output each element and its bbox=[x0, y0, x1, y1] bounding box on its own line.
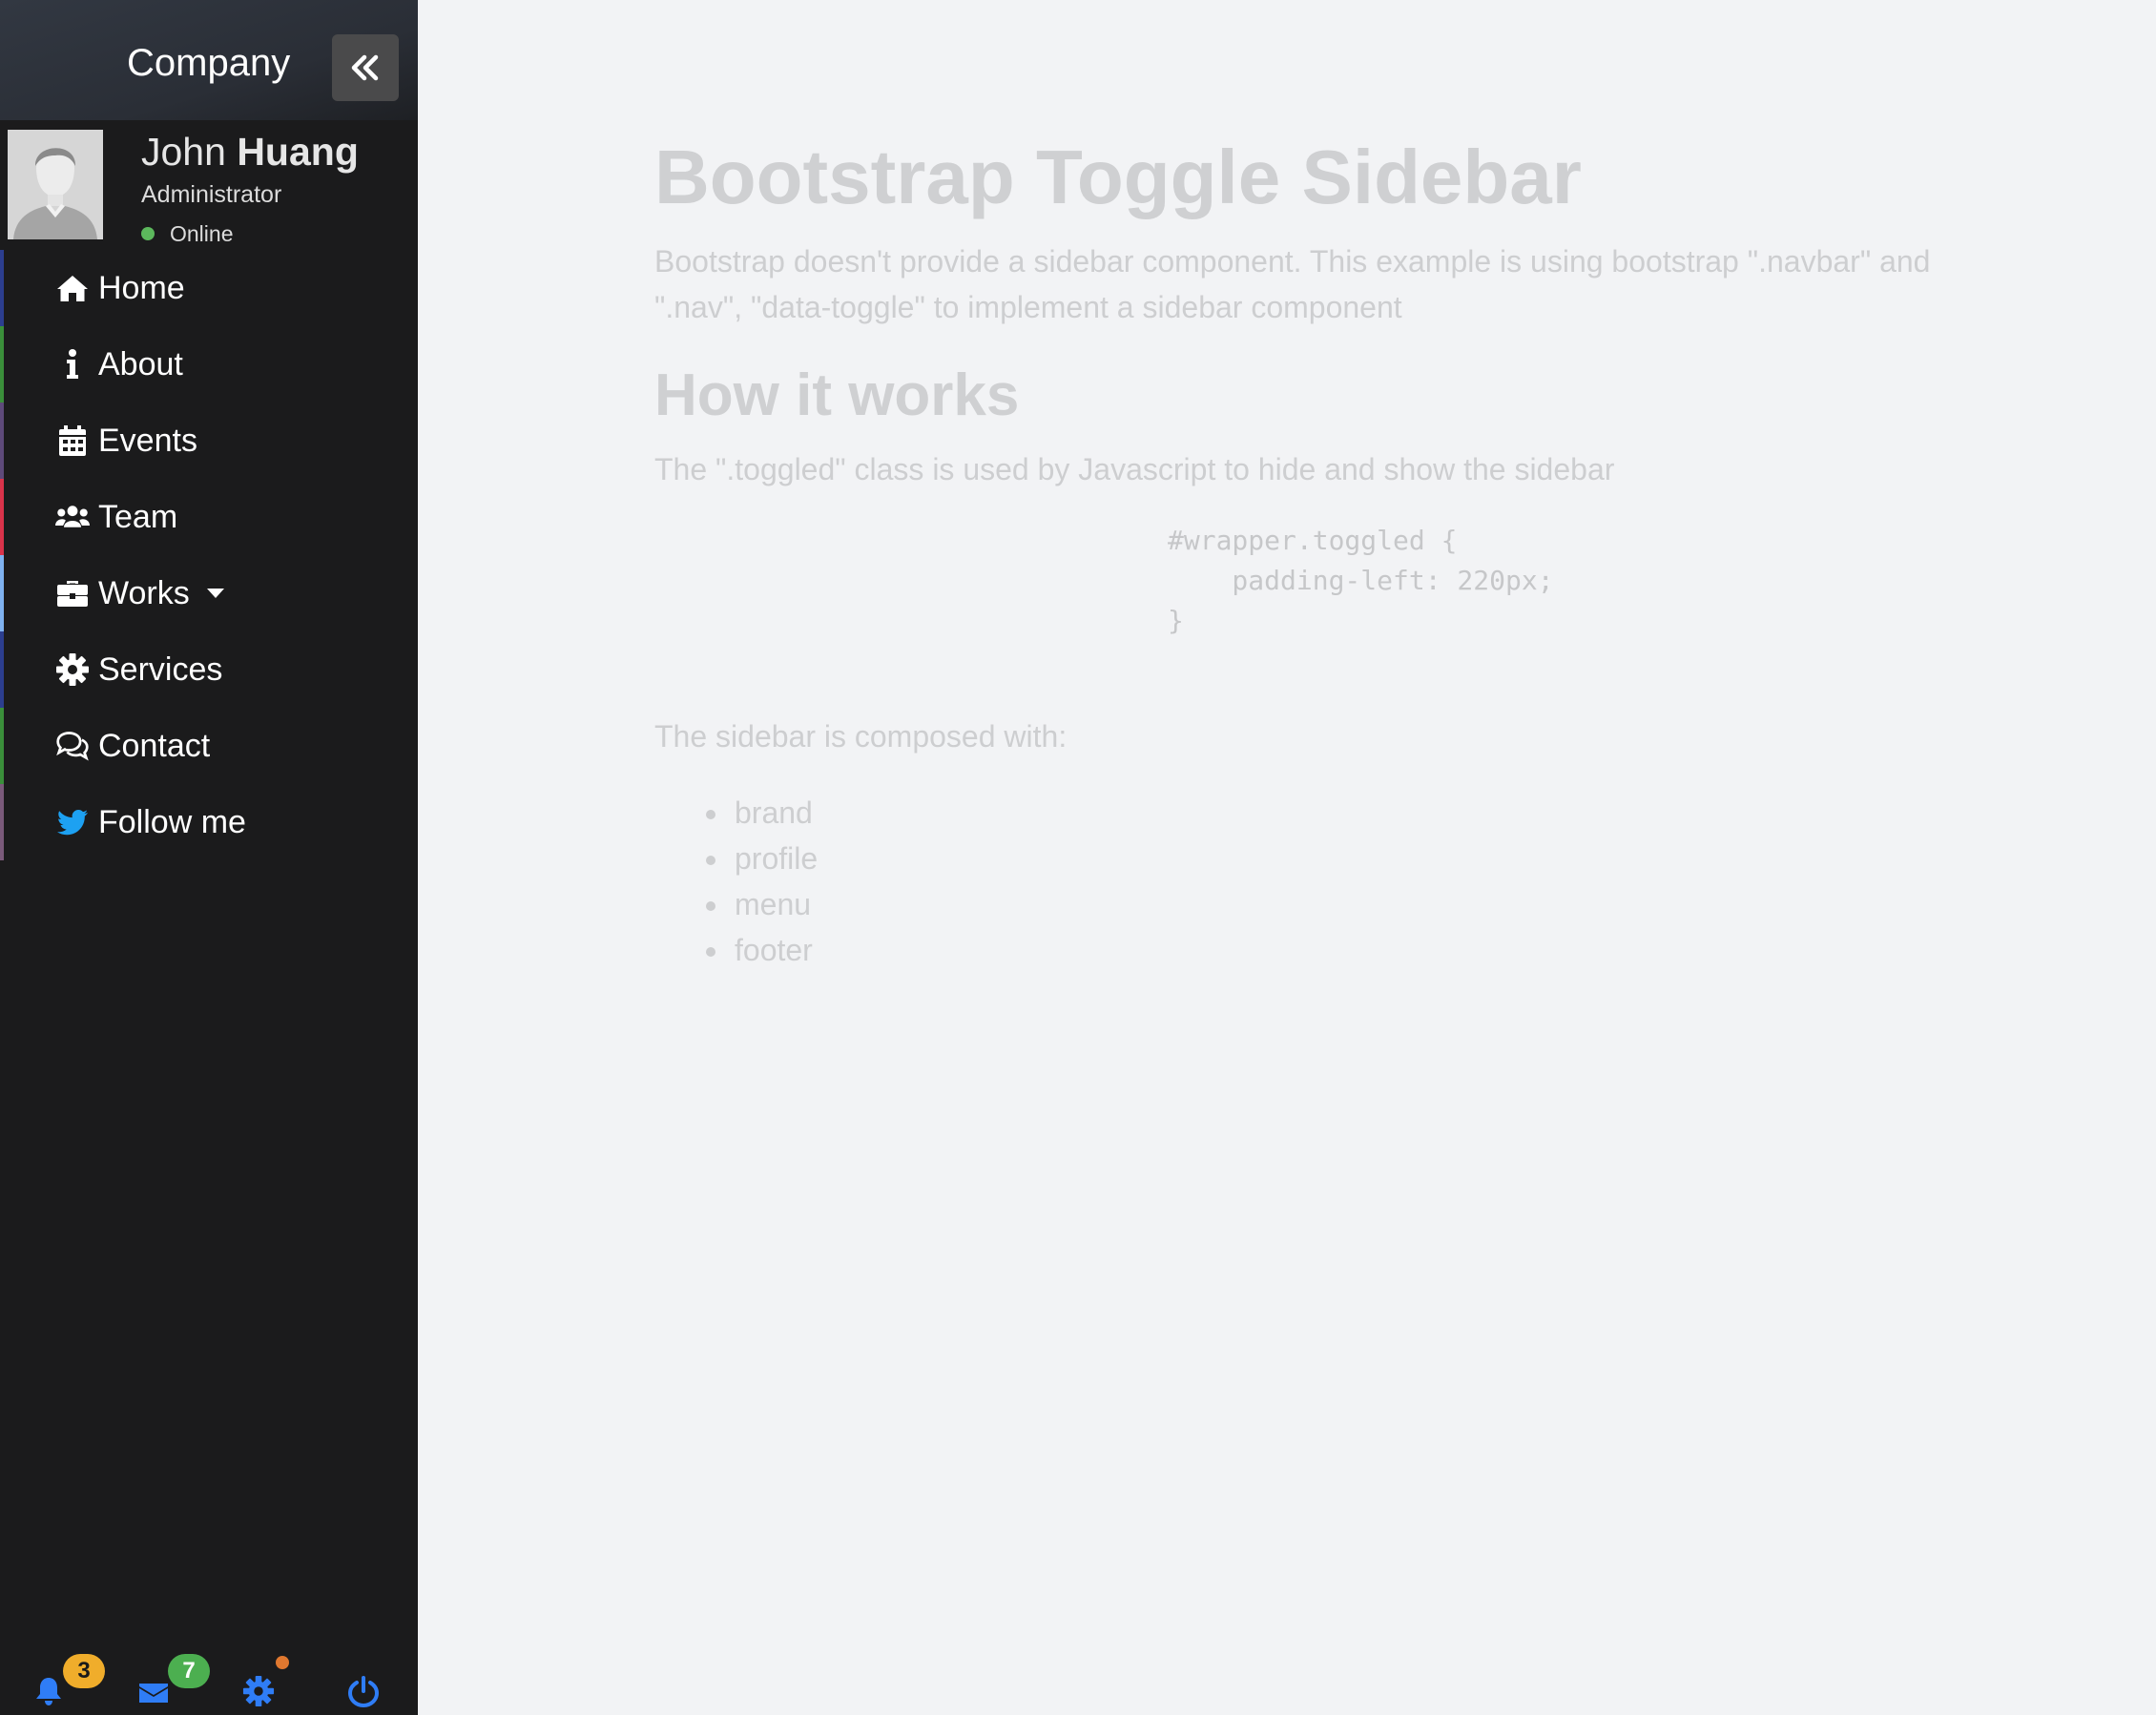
user-status-label: Online bbox=[170, 221, 234, 246]
brand-name[interactable]: Company bbox=[127, 40, 290, 86]
notifications-badge: 3 bbox=[63, 1654, 105, 1688]
calendar-icon bbox=[54, 423, 91, 459]
list-item: menu bbox=[731, 881, 818, 927]
info-icon bbox=[54, 346, 91, 382]
sidebar-item-works[interactable]: Works bbox=[0, 555, 418, 631]
gear-icon bbox=[242, 1675, 275, 1707]
composed-label: The sidebar is composed with: bbox=[654, 719, 1068, 754]
twitter-icon bbox=[54, 804, 91, 840]
sidebar-item-services[interactable]: Services bbox=[0, 631, 418, 708]
sidebar-item-contact[interactable]: Contact bbox=[0, 708, 418, 784]
list-item: brand bbox=[731, 790, 818, 836]
user-silhouette-icon bbox=[8, 130, 103, 239]
envelope-icon bbox=[139, 1684, 168, 1703]
sidebar-item-label: Events bbox=[98, 422, 197, 459]
sidebar-item-about[interactable]: About bbox=[0, 326, 418, 403]
sidebar-item-events[interactable]: Events bbox=[0, 403, 418, 479]
settings-button[interactable] bbox=[230, 1650, 289, 1715]
online-status-dot bbox=[141, 227, 155, 240]
sidebar-item-follow-me[interactable]: Follow me bbox=[0, 784, 418, 860]
sidebar-item-label: Team bbox=[98, 498, 178, 535]
main-content: Bootstrap Toggle Sidebar Bootstrap doesn… bbox=[418, 0, 2156, 1715]
user-status: Online bbox=[141, 220, 233, 247]
sidebar-item-label: Contact bbox=[98, 727, 211, 764]
settings-notification-dot bbox=[276, 1656, 289, 1669]
briefcase-icon bbox=[54, 575, 91, 611]
parts-list: brand profile menu footer bbox=[731, 790, 818, 973]
avatar bbox=[8, 130, 103, 239]
sidebar-item-label: Works bbox=[98, 574, 190, 611]
user-first-name: John bbox=[141, 130, 226, 174]
home-icon bbox=[54, 270, 91, 306]
intro-paragraph: Bootstrap doesn't provide a sidebar comp… bbox=[654, 244, 1931, 324]
comments-icon bbox=[54, 728, 91, 764]
notifications-button[interactable]: 3 bbox=[20, 1650, 105, 1715]
sidebar-item-label: Home bbox=[98, 269, 185, 306]
page-title: Bootstrap Toggle Sidebar bbox=[654, 134, 1582, 219]
sidebar-item-label: Services bbox=[98, 651, 223, 688]
bell-icon bbox=[36, 1678, 61, 1705]
chevron-down-icon bbox=[206, 589, 224, 598]
sidebar-item-label: About bbox=[98, 345, 183, 382]
sidebar-brand: Company bbox=[0, 0, 418, 120]
user-profile: John Huang Administrator Online bbox=[0, 120, 418, 250]
sidebar-toggle-button[interactable] bbox=[332, 34, 399, 101]
double-chevron-left-icon bbox=[351, 54, 379, 81]
list-item: profile bbox=[731, 836, 818, 881]
users-icon bbox=[54, 499, 91, 535]
logout-button[interactable] bbox=[335, 1650, 392, 1715]
section-description: The ".toggled" class is used by Javascri… bbox=[654, 452, 1615, 486]
messages-badge: 7 bbox=[168, 1654, 210, 1688]
sidebar-item-label: Follow me bbox=[98, 803, 246, 840]
user-role: Administrator bbox=[141, 181, 282, 208]
user-last-name: Huang bbox=[237, 130, 359, 174]
sidebar-footer: 3 7 bbox=[0, 1650, 418, 1715]
user-name: John Huang bbox=[141, 128, 359, 176]
code-block: #wrapper.toggled { padding-left: 220px; … bbox=[1168, 525, 1554, 636]
sidebar-item-team[interactable]: Team bbox=[0, 479, 418, 555]
section-heading: How it works bbox=[654, 362, 1020, 428]
sidebar: Company John Huang Administrator Online … bbox=[0, 0, 418, 1715]
list-item: footer bbox=[731, 927, 818, 973]
power-icon bbox=[347, 1676, 380, 1707]
gear-icon bbox=[54, 651, 91, 688]
sidebar-menu: Home About Events Team Works Services Co… bbox=[0, 250, 418, 860]
sidebar-item-home[interactable]: Home bbox=[0, 250, 418, 326]
messages-button[interactable]: 7 bbox=[125, 1650, 210, 1715]
